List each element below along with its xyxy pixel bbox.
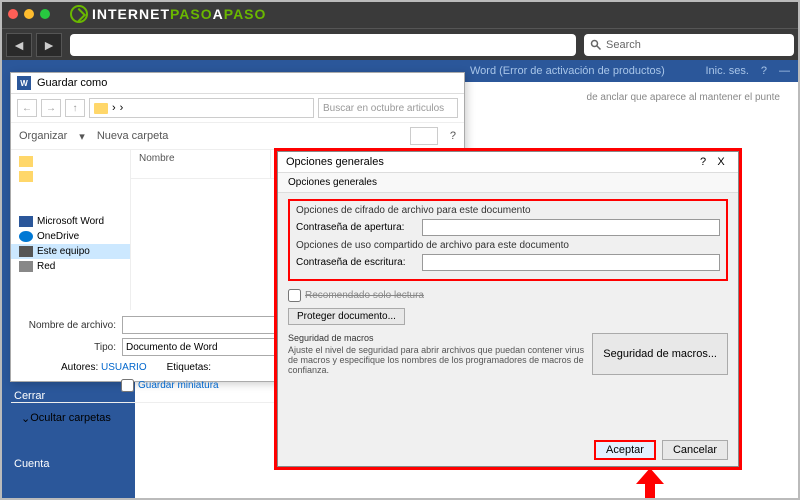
word-title-text: Word (Error de activación de productos) [470, 65, 665, 77]
logo-icon [70, 5, 88, 23]
encryption-section-head: Opciones de cifrado de archivo para este… [296, 205, 720, 216]
highlight-box: Opciones de cifrado de archivo para este… [288, 199, 728, 281]
network-icon [19, 261, 33, 272]
hide-folders-link[interactable]: Ocultar carpetas [30, 412, 111, 424]
tags-label: Etiquetas: [167, 362, 211, 373]
readonly-checkbox[interactable] [288, 289, 301, 302]
pc-icon [19, 246, 33, 257]
sharing-section-head: Opciones de uso compartido de archivo pa… [296, 240, 720, 251]
save-as-title: Guardar como [37, 77, 107, 89]
help-icon[interactable]: ? [450, 130, 456, 142]
authors-value[interactable]: USUARIO [101, 362, 147, 373]
logo-text-2: PASO [170, 6, 213, 22]
macro-section-head: Seguridad de macros [288, 333, 584, 343]
folder-tree: Microsoft Word OneDrive Este equipo Red [11, 150, 131, 310]
word-minimize-icon[interactable]: — [779, 65, 790, 77]
logo-text-4: PASO [224, 6, 267, 22]
back-button[interactable]: ◄ [6, 33, 32, 57]
word-app-icon: W [17, 76, 31, 90]
authors-label: Autores: [61, 362, 98, 373]
new-folder-button[interactable]: Nueva carpeta [97, 130, 169, 142]
folder-search-placeholder: Buscar en octubre articulos [323, 103, 444, 114]
search-icon [590, 39, 602, 51]
logo-text-1: INTERNET [92, 6, 170, 22]
maximize-window-icon[interactable] [40, 9, 50, 19]
macro-description: Ajuste el nivel de seguridad para abrir … [288, 345, 584, 375]
search-input[interactable]: Search [584, 34, 794, 56]
arrow-up-icon [636, 468, 664, 498]
password-write-input[interactable] [422, 254, 720, 271]
tree-label: Microsoft Word [37, 216, 104, 227]
filename-label: Nombre de archivo: [21, 320, 116, 331]
forward-button[interactable]: ► [36, 33, 62, 57]
word-icon [19, 216, 33, 227]
accept-button[interactable]: Aceptar [594, 440, 656, 460]
folder-icon [19, 171, 33, 182]
tree-item-network[interactable]: Red [11, 259, 130, 274]
macro-security-button[interactable]: Seguridad de macros... [592, 333, 728, 375]
cloud-icon [19, 231, 33, 242]
url-input[interactable] [70, 34, 576, 56]
sidebar-item-cuenta[interactable]: Cuenta [0, 450, 135, 478]
password-open-label: Contraseña de apertura: [296, 222, 416, 233]
general-options-dialog: Opciones generales ? X Opciones generale… [277, 151, 739, 467]
help-button[interactable]: ? [694, 156, 712, 168]
options-title: Opciones generales [286, 156, 384, 168]
browser-titlebar: INTERNETPASOAPASO [0, 0, 800, 28]
col-name[interactable]: Nombre [131, 150, 271, 178]
word-help-icon[interactable]: ? [761, 65, 767, 77]
tree-label: OneDrive [37, 231, 79, 242]
folder-search-input[interactable]: Buscar en octubre articulos [318, 98, 458, 118]
site-logo: INTERNETPASOAPASO [70, 5, 266, 23]
nav-fwd-button[interactable]: → [41, 99, 61, 117]
nav-up-button[interactable]: ↑ [65, 99, 85, 117]
save-thumbnail-label: Guardar miniatura [138, 380, 219, 391]
options-tab[interactable]: Opciones generales [278, 173, 738, 193]
save-thumbnail-checkbox[interactable] [121, 379, 134, 392]
password-open-input[interactable] [422, 219, 720, 236]
organize-menu[interactable]: Organizar [19, 130, 67, 142]
browser-toolbar: ◄ ► Search [0, 28, 800, 60]
minimize-window-icon[interactable] [24, 9, 34, 19]
view-mode-button[interactable] [410, 127, 438, 145]
nav-back-button[interactable]: ← [17, 99, 37, 117]
tree-folder[interactable] [11, 169, 130, 184]
tree-label: Este equipo [37, 246, 90, 257]
tree-folder[interactable] [11, 154, 130, 169]
search-placeholder: Search [606, 39, 641, 51]
logo-text-3: A [213, 6, 224, 22]
close-button[interactable]: X [712, 156, 730, 168]
protect-document-button[interactable]: Proteger documento... [288, 308, 405, 325]
filetype-label: Tipo: [21, 342, 116, 353]
chevron-down-icon: ▾ [79, 130, 85, 143]
tree-label: Red [37, 261, 55, 272]
cancel-button[interactable]: Cancelar [662, 440, 728, 460]
tree-item-onedrive[interactable]: OneDrive [11, 229, 130, 244]
chevron-right-icon: › [112, 102, 116, 114]
chevron-down-icon: ⌄ [21, 412, 30, 425]
folder-icon [19, 156, 33, 167]
breadcrumb[interactable]: › › [89, 98, 314, 118]
folder-icon [94, 103, 108, 114]
password-write-label: Contraseña de escritura: [296, 257, 416, 268]
readonly-label: Recomendado solo lectura [305, 290, 424, 301]
signin-link[interactable]: Inic. ses. [705, 65, 748, 77]
close-window-icon[interactable] [8, 9, 18, 19]
chevron-right-icon: › [120, 102, 124, 114]
tree-item-word[interactable]: Microsoft Word [11, 214, 130, 229]
tree-item-pc[interactable]: Este equipo [11, 244, 130, 259]
